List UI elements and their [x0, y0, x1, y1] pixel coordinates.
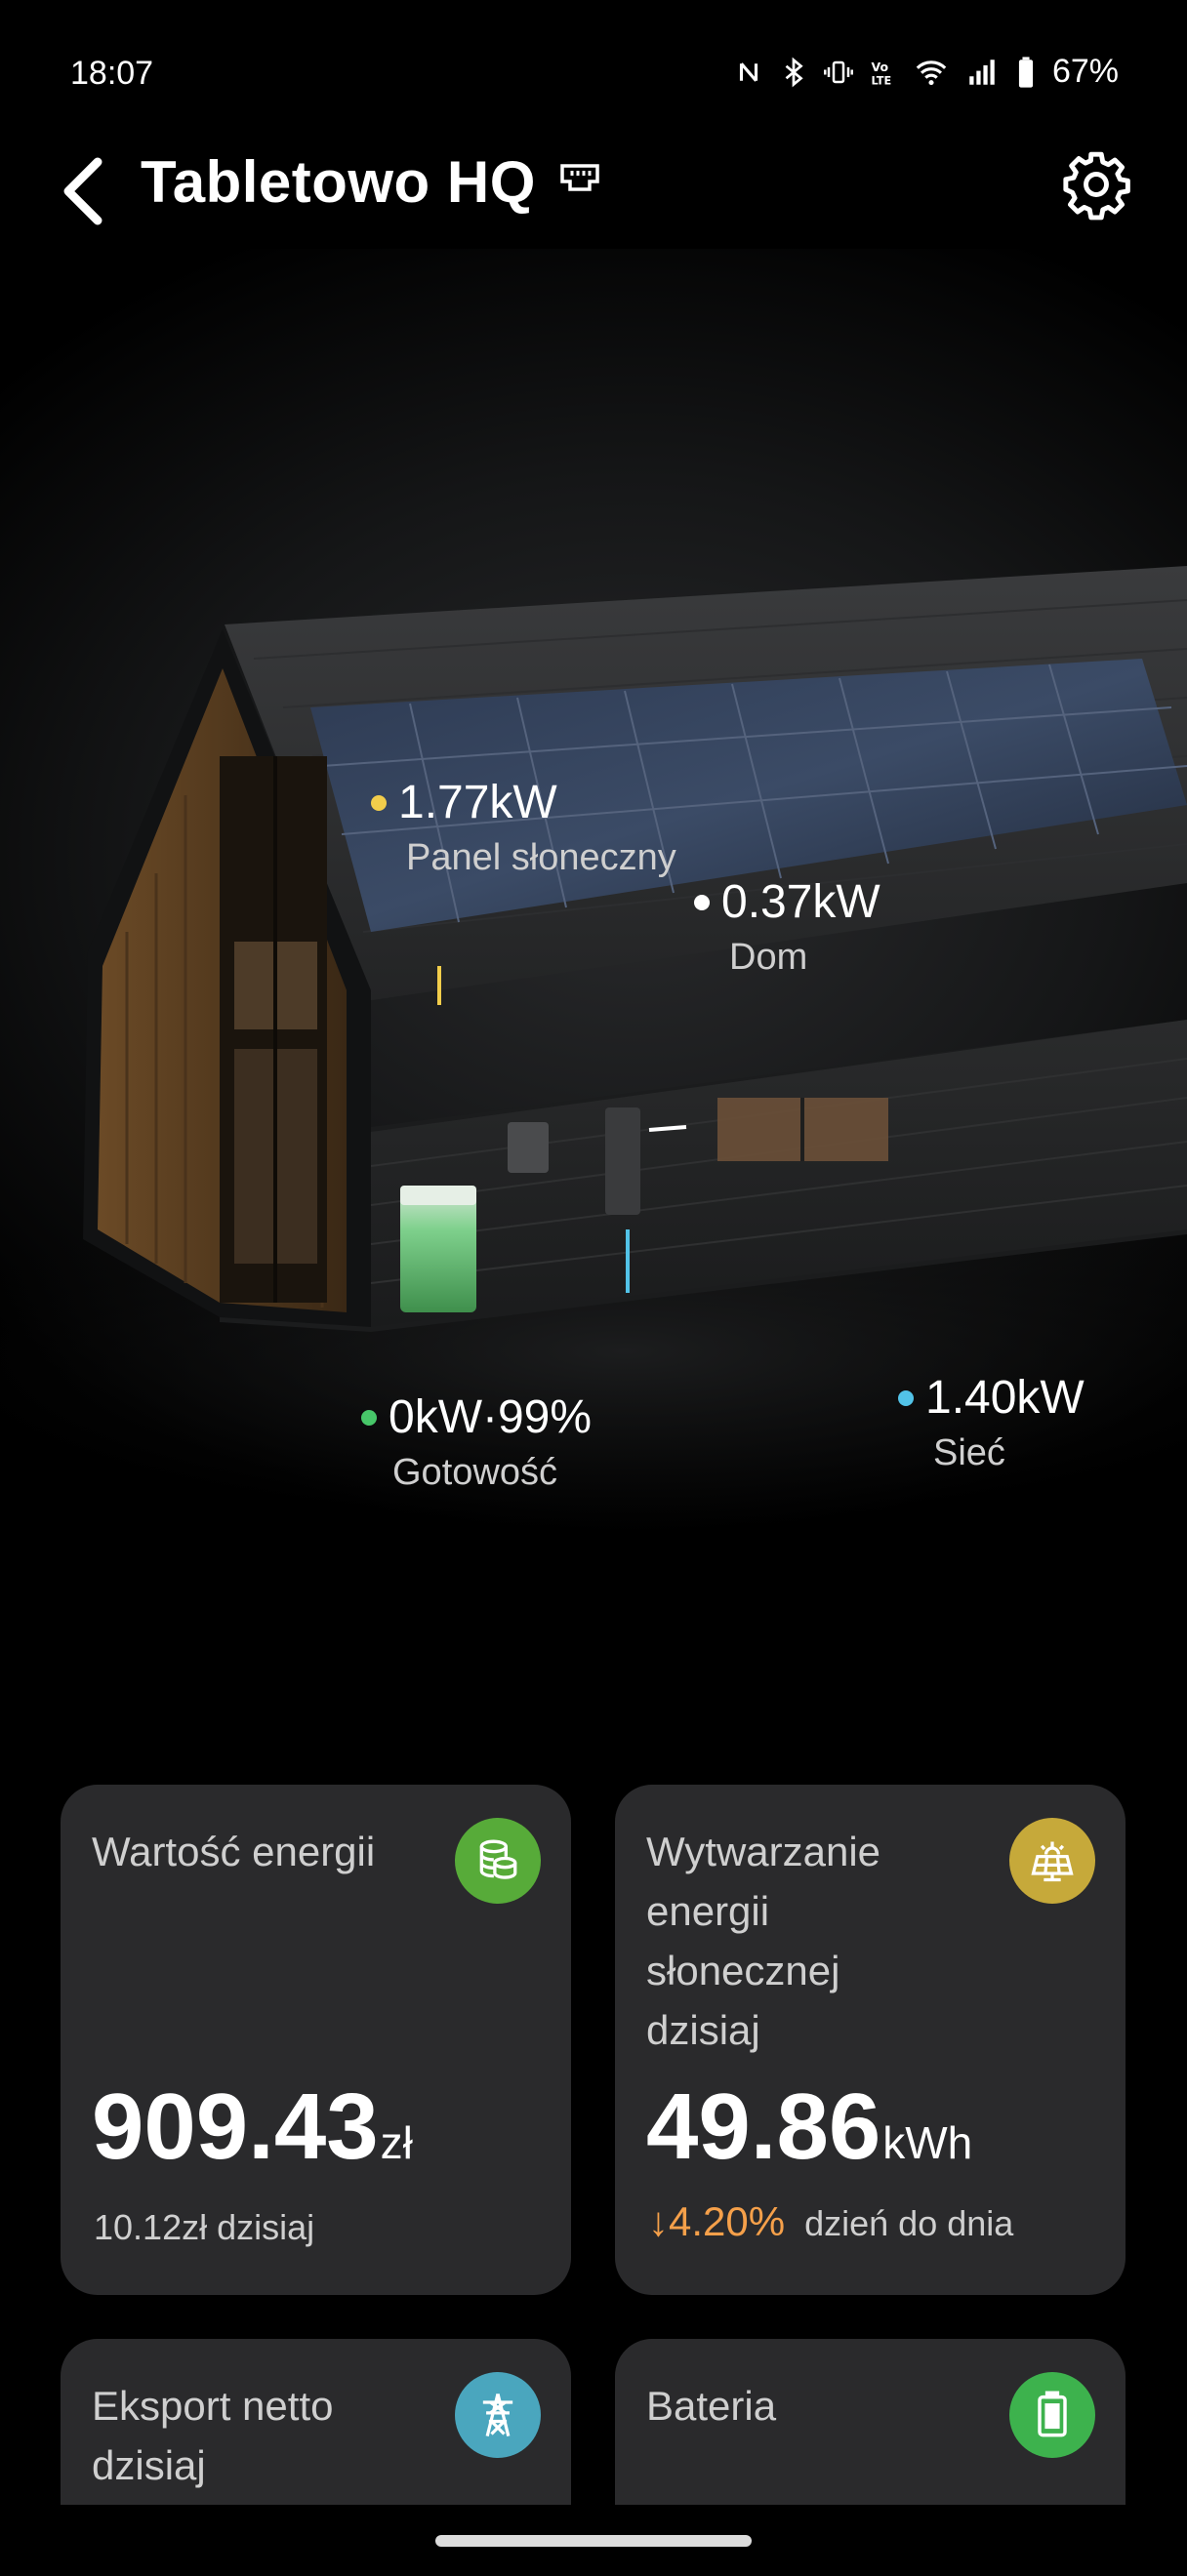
solar-today-title-line: energii: [646, 1888, 770, 1934]
app-header: Tabletowo HQ: [0, 137, 1187, 249]
battery-status-icon: [1018, 56, 1034, 88]
energy-value-today: 10.12zł dzisiaj: [94, 2207, 315, 2247]
status-icons: Vo LTE 67%: [734, 53, 1119, 91]
battery-power: 0kW·99%: [389, 1391, 593, 1443]
energy-value-card[interactable]: Wartość energii 909.43zł 10.12zł dzisiaj: [61, 1785, 571, 2295]
svg-text:Vo: Vo: [871, 59, 888, 73]
solar-today-delta-row: ↓4.20% dzień do dnia: [648, 2198, 1013, 2245]
signal-icon: [969, 59, 995, 85]
page-title: Tabletowo HQ: [141, 148, 601, 216]
page-title-text: Tabletowo HQ: [141, 149, 536, 215]
status-bar: 18:07 Vo LTE 67%: [0, 0, 1187, 146]
grid-dot: [898, 1389, 914, 1406]
solar-today-delta-label: dzień do dnia: [804, 2203, 1014, 2243]
volte-icon: VoLTE: [871, 59, 891, 87]
battery-percent: 67%: [1051, 53, 1119, 90]
solar-today-title-line: słonecznej: [646, 1948, 840, 1993]
home-power: 0.37kW: [721, 876, 880, 928]
svg-text:LTE: LTE: [871, 74, 891, 87]
ethernet-icon: [560, 164, 599, 191]
solar-dot: [371, 794, 387, 811]
grid-flow-label[interactable]: 1.40kW Sieć: [898, 1371, 1085, 1474]
net-export-title-line: Eksport netto: [92, 2383, 334, 2429]
battery-card[interactable]: Bateria: [615, 2339, 1126, 2505]
battery-icon: [1009, 2372, 1095, 2458]
battery-flow-label[interactable]: 0kW·99% Gotowość: [361, 1390, 592, 1494]
settings-gear-icon[interactable]: [1060, 148, 1132, 221]
solar-today-title-line: Wytwarzanie: [646, 1829, 881, 1874]
solar-today-title: Wytwarzanie energii słonecznej dzisiaj: [646, 1822, 880, 2060]
net-export-card[interactable]: Eksport netto dzisiaj: [61, 2339, 571, 2505]
home-indicator[interactable]: [435, 2535, 752, 2547]
battery-label: Gotowość: [392, 1452, 557, 1493]
solar-today-unit: kWh: [882, 2117, 973, 2168]
home-label: Dom: [729, 937, 808, 978]
bluetooth-icon: [785, 57, 803, 87]
solar-power: 1.77kW: [398, 777, 557, 828]
grid-power: 1.40kW: [925, 1372, 1085, 1424]
solar-today-title-line: dzisiaj: [646, 2007, 760, 2053]
solar-flow-label[interactable]: 1.77kW Panel słoneczny: [371, 776, 676, 879]
solar-today-amount: 49.86kWh: [646, 2080, 972, 2174]
net-export-title: Eksport netto dzisiaj: [92, 2376, 333, 2495]
home-flow-label[interactable]: 0.37kW Dom: [694, 875, 880, 979]
net-export-title-line: dzisiaj: [92, 2442, 206, 2488]
wifi-icon: [916, 60, 947, 85]
energy-value-number: 909.43: [92, 2074, 379, 2179]
energy-value-unit: zł: [380, 2117, 413, 2168]
back-arrow-icon[interactable]: [55, 154, 109, 228]
grid-label: Sieć: [933, 1432, 1005, 1473]
solar-today-delta: ↓4.20%: [648, 2198, 786, 2244]
power-tower-icon: [455, 2372, 541, 2458]
battery-card-title: Bateria: [646, 2383, 777, 2429]
coins-icon: [455, 1818, 541, 1904]
vibrate-icon: [823, 60, 853, 83]
home-dot: [694, 894, 710, 910]
solar-label: Panel słoneczny: [406, 837, 676, 878]
solar-today-card[interactable]: Wytwarzanie energii słonecznej dzisiaj 4…: [615, 1785, 1126, 2295]
energy-value-title: Wartość energii: [92, 1829, 376, 1874]
solar-today-number: 49.86: [646, 2074, 881, 2179]
energy-flow-hero: 1.77kW Panel słoneczny 0.37kW Dom 0kW·99…: [0, 249, 1187, 1634]
nfc-icon: [739, 61, 757, 82]
energy-value-amount: 909.43zł: [92, 2080, 413, 2174]
solar-panel-icon: [1009, 1818, 1095, 1904]
status-time: 18:07: [70, 55, 154, 92]
battery-dot: [361, 1409, 377, 1426]
